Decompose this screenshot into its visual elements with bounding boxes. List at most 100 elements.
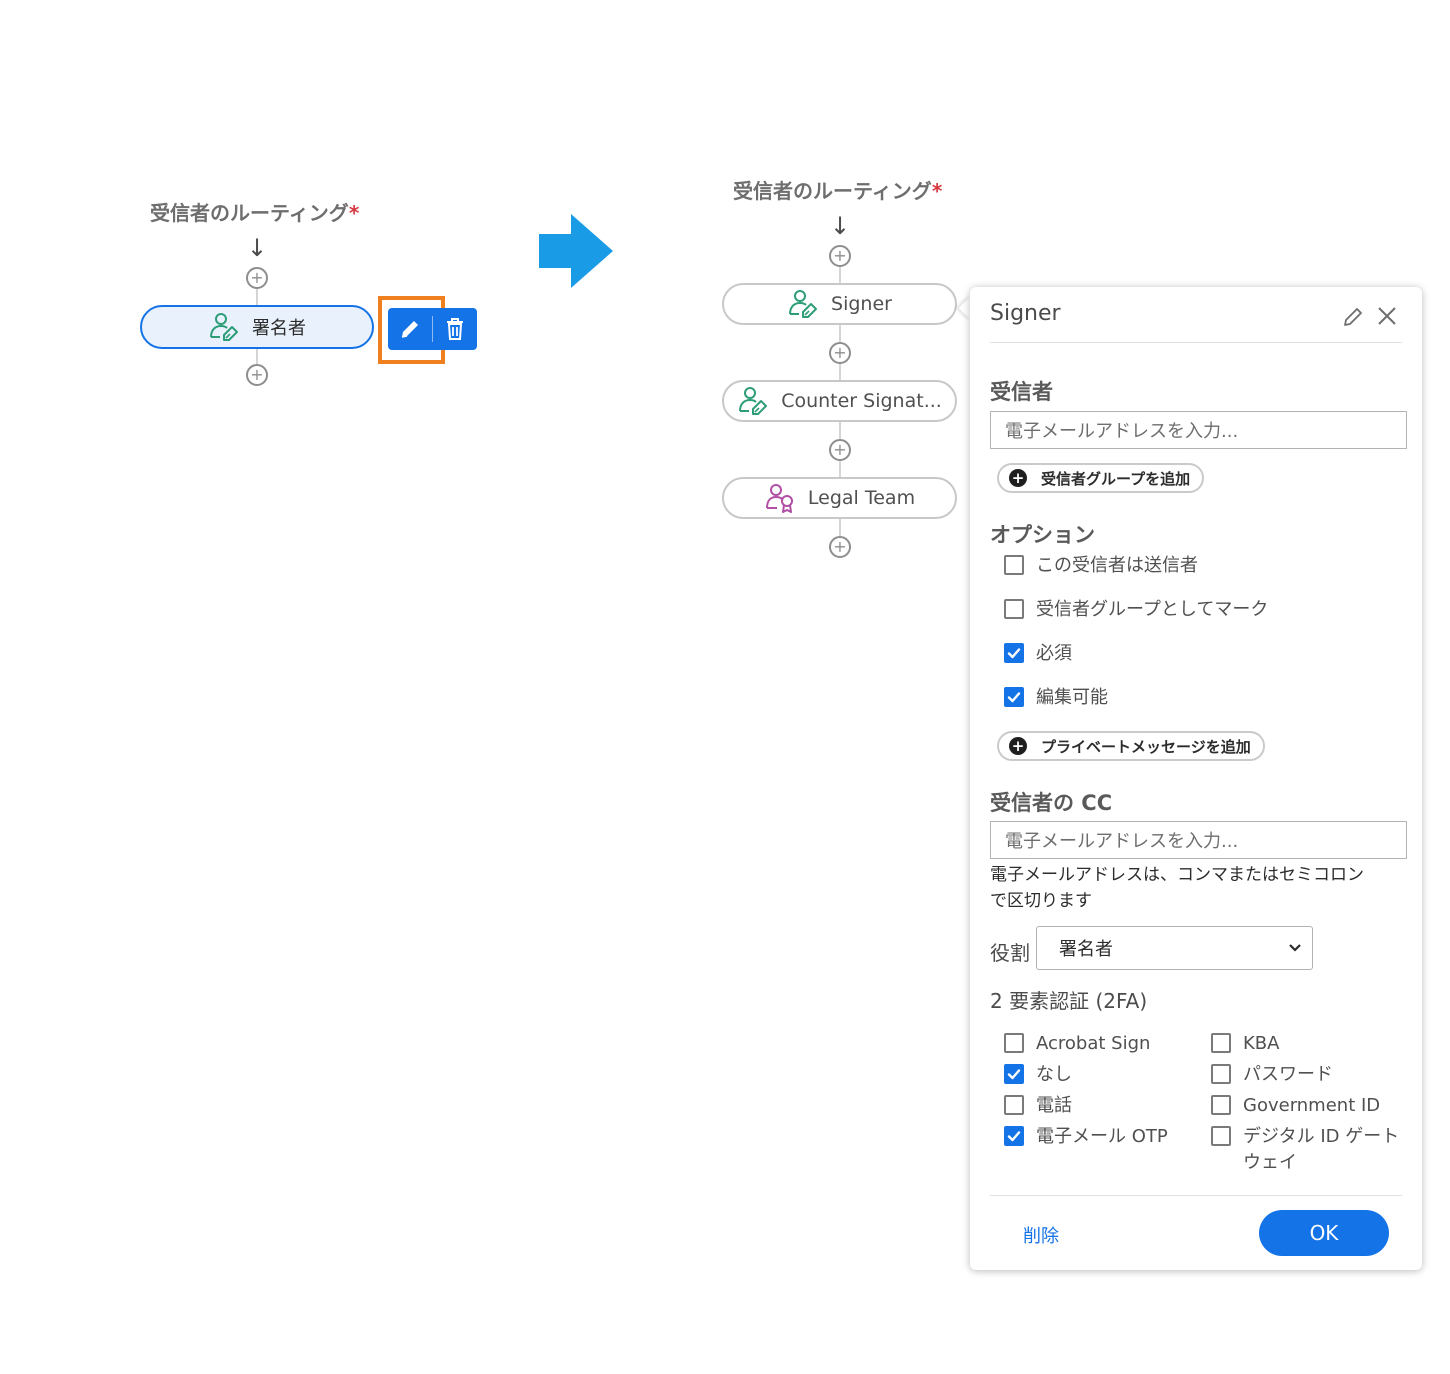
routing-title-text: 受信者のルーティング bbox=[733, 179, 932, 203]
footer-divider bbox=[990, 1195, 1402, 1196]
add-recipient-plus-icon[interactable]: + bbox=[829, 536, 851, 558]
checkbox-unchecked[interactable] bbox=[1211, 1064, 1231, 1084]
title-divider bbox=[990, 342, 1402, 343]
tfa-checkbox[interactable]: Government ID bbox=[1211, 1095, 1399, 1126]
recipient-node-label: Signer bbox=[831, 293, 892, 315]
recipient-node-1[interactable]: Counter Signat... bbox=[722, 380, 957, 422]
required-asterisk: * bbox=[931, 179, 943, 203]
add-recipient-group-button[interactable]: + 受信者グループを追加 bbox=[997, 463, 1205, 493]
tfa-checkbox[interactable]: Acrobat Sign bbox=[1004, 1033, 1168, 1064]
options-section-title: オプション bbox=[990, 523, 1095, 547]
signer-icon bbox=[787, 288, 819, 320]
checkbox-unchecked[interactable] bbox=[1004, 599, 1024, 619]
signer-icon bbox=[208, 311, 240, 343]
checkbox-label: この受信者は送信者 bbox=[1036, 555, 1198, 576]
delete-button[interactable] bbox=[433, 308, 477, 350]
option-checkbox[interactable]: 編集可能 bbox=[1004, 687, 1268, 731]
tfa-left-column: Acrobat Sign なし電話電子メール OTP bbox=[1004, 1033, 1168, 1157]
pencil-icon bbox=[401, 321, 418, 338]
checkbox-unchecked[interactable] bbox=[1211, 1095, 1231, 1115]
down-arrow-icon: ↓ bbox=[247, 234, 268, 262]
add-recipient-plus-icon[interactable]: + bbox=[829, 342, 851, 364]
recipient-email-input[interactable]: 電子メールアドレスを入力... bbox=[990, 411, 1407, 449]
checkbox-checked[interactable] bbox=[1004, 1126, 1024, 1146]
flow-connector bbox=[839, 519, 841, 536]
checkbox-label: Government ID bbox=[1243, 1095, 1381, 1116]
panel-title: Signer bbox=[990, 301, 1061, 326]
edit-title-pencil-icon[interactable] bbox=[1342, 306, 1364, 328]
recipient-node-label: Legal Team bbox=[807, 487, 916, 509]
checkbox-unchecked[interactable] bbox=[1004, 1095, 1024, 1115]
tfa-checkbox[interactable]: パスワード bbox=[1211, 1064, 1399, 1095]
group-icon bbox=[764, 482, 796, 514]
tfa-checkbox[interactable]: KBA bbox=[1211, 1033, 1399, 1064]
transition-arrow-icon bbox=[539, 214, 613, 288]
checkbox-label: 電話 bbox=[1036, 1095, 1072, 1116]
checkbox-label: デジタル ID ゲート ウェイ bbox=[1243, 1126, 1399, 1174]
checkbox-unchecked[interactable] bbox=[1211, 1033, 1231, 1053]
role-select[interactable]: 署名者 bbox=[1036, 926, 1313, 970]
close-icon[interactable] bbox=[1376, 305, 1398, 327]
checkbox-checked[interactable] bbox=[1004, 1064, 1024, 1084]
option-checkbox[interactable]: 必須 bbox=[1004, 643, 1268, 687]
checkbox-label: 必須 bbox=[1036, 643, 1072, 664]
cc-section-title: 受信者の CC bbox=[990, 791, 1113, 815]
add-recipient-plus-icon[interactable]: + bbox=[829, 245, 851, 267]
ok-button[interactable]: OK bbox=[1259, 1210, 1389, 1256]
check-icon bbox=[1006, 645, 1022, 661]
add-recipient-group-label: 受信者グループを追加 bbox=[1041, 469, 1191, 488]
node-actions-toolbar bbox=[388, 308, 477, 350]
checkbox-unchecked[interactable] bbox=[1004, 1033, 1024, 1053]
delete-link[interactable]: 削除 bbox=[1023, 1222, 1059, 1248]
tfa-section-title: 2 要素認証 (2FA) bbox=[990, 989, 1148, 1013]
add-recipient-plus-icon[interactable]: + bbox=[829, 439, 851, 461]
tfa-checkbox[interactable]: デジタル ID ゲート ウェイ bbox=[1211, 1126, 1399, 1173]
flow-connector bbox=[256, 289, 258, 306]
routing-title-left: 受信者のルーティング* bbox=[150, 197, 359, 226]
flow-connector bbox=[839, 267, 841, 284]
recipient-node-label: Counter Signat... bbox=[781, 390, 942, 412]
add-recipient-plus-icon[interactable]: + bbox=[246, 364, 268, 386]
checkbox-label: パスワード bbox=[1243, 1064, 1333, 1085]
trash-icon bbox=[447, 318, 463, 340]
option-checkbox[interactable]: 受信者グループとしてマーク bbox=[1004, 599, 1268, 643]
checkbox-unchecked[interactable] bbox=[1004, 555, 1024, 575]
tfa-checkbox[interactable]: 電話 bbox=[1004, 1095, 1168, 1126]
cc-email-input[interactable]: 電子メールアドレスを入力... bbox=[990, 821, 1407, 859]
checkbox-checked[interactable] bbox=[1004, 643, 1024, 663]
flow-connector bbox=[839, 325, 841, 342]
routing-title-text: 受信者のルーティング bbox=[150, 201, 349, 225]
recipient-node-signer[interactable]: 署名者 bbox=[140, 305, 374, 349]
options-list: この受信者は送信者受信者グループとしてマーク 必須編集可能 bbox=[1004, 555, 1268, 731]
edit-button[interactable] bbox=[388, 308, 432, 350]
signer-icon bbox=[737, 385, 769, 417]
checkbox-label: 編集可能 bbox=[1036, 687, 1108, 708]
tfa-checkbox[interactable]: なし bbox=[1004, 1064, 1168, 1095]
checkbox-label: 電子メール OTP bbox=[1036, 1126, 1168, 1147]
recipient-section-title: 受信者 bbox=[990, 380, 1053, 404]
routing-title-right: 受信者のルーティング* bbox=[733, 175, 942, 204]
role-select-value: 署名者 bbox=[1059, 939, 1113, 960]
role-label: 役割 bbox=[990, 941, 1030, 965]
tfa-right-column: KBA パスワード Government ID デジタル ID ゲート ウェイ bbox=[1211, 1033, 1399, 1173]
add-private-message-button[interactable]: + プライベートメッセージを追加 bbox=[997, 731, 1265, 761]
checkbox-checked[interactable] bbox=[1004, 687, 1024, 707]
checkbox-label-line: ウェイ bbox=[1243, 1152, 1297, 1173]
recipient-node-0[interactable]: Signer bbox=[722, 283, 957, 325]
option-checkbox[interactable]: この受信者は送信者 bbox=[1004, 555, 1268, 599]
check-icon bbox=[1006, 689, 1022, 705]
checkbox-label-line: デジタル ID ゲート bbox=[1243, 1126, 1400, 1147]
flow-connector bbox=[839, 364, 841, 381]
check-icon bbox=[1006, 1128, 1022, 1144]
tfa-checkbox[interactable]: 電子メール OTP bbox=[1004, 1126, 1168, 1157]
checkbox-unchecked[interactable] bbox=[1211, 1126, 1231, 1146]
plus-circle-icon: + bbox=[1009, 469, 1027, 487]
recipient-node-label: 署名者 bbox=[252, 318, 306, 339]
checkbox-label: なし bbox=[1036, 1064, 1072, 1085]
checkbox-label: KBA bbox=[1243, 1033, 1280, 1054]
flow-connector bbox=[256, 349, 258, 364]
recipient-node-2[interactable]: Legal Team bbox=[722, 477, 957, 519]
plus-circle-icon: + bbox=[1009, 737, 1027, 755]
add-recipient-plus-icon[interactable]: + bbox=[246, 267, 268, 289]
down-arrow-icon: ↓ bbox=[830, 212, 851, 240]
